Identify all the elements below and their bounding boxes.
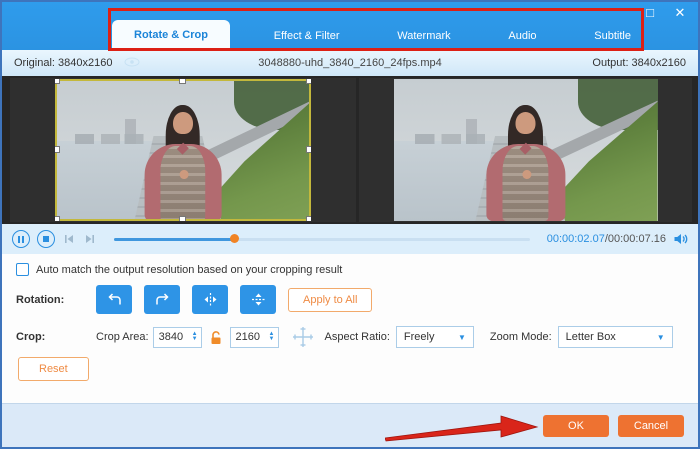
close-icon[interactable]: ✕: [672, 5, 688, 21]
stop-icon: [43, 236, 49, 242]
output-video-frame: [393, 79, 658, 221]
preview-area: [2, 76, 698, 224]
stepper-down-icon[interactable]: ▼: [269, 336, 275, 342]
flip-vertical-icon: [251, 293, 265, 306]
tab-rotate-crop[interactable]: Rotate & Crop: [112, 20, 230, 50]
person-face: [515, 111, 536, 134]
crop-handle-bottom-center[interactable]: [179, 216, 186, 221]
crop-handle-bottom-right[interactable]: [306, 216, 311, 221]
person-hand: [522, 169, 532, 180]
person-vest: [502, 146, 549, 221]
crop-selection-box[interactable]: [55, 79, 311, 221]
zoom-mode-label: Zoom Mode:: [489, 331, 552, 343]
chevron-down-icon: ▼: [458, 332, 466, 342]
output-preview-panel: [359, 78, 692, 222]
rotate-right-button[interactable]: [144, 285, 180, 314]
crop-width-input[interactable]: [158, 331, 189, 343]
title-bar: Rotate & Crop Effect & Filter Watermark …: [2, 2, 698, 51]
chevron-down-icon: ▼: [656, 332, 665, 342]
center-crop-button[interactable]: [291, 325, 315, 349]
rotate-right-icon: [155, 293, 169, 305]
player-bar: 00:00:02.07/00:00:07.16: [2, 224, 698, 254]
preview-eye-icon[interactable]: [124, 57, 140, 70]
crop-height-field[interactable]: ▲ ▼: [229, 326, 279, 348]
seek-slider-knob[interactable]: [229, 234, 239, 243]
tab-bar: Rotate & Crop Effect & Filter Watermark …: [112, 2, 645, 50]
stop-button[interactable]: [37, 230, 55, 248]
crosshair-icon: [292, 327, 313, 347]
auto-match-checkbox[interactable]: [16, 263, 29, 276]
maximize-icon[interactable]: □: [642, 5, 658, 21]
volume-button[interactable]: [673, 232, 688, 246]
crop-area-label: Crop Area:: [96, 331, 149, 343]
zoom-mode-dropdown[interactable]: Letter Box ▼: [557, 326, 673, 348]
settings-panel: Auto match the output resolution based o…: [2, 254, 698, 407]
seek-slider[interactable]: [114, 234, 530, 243]
pause-icon: [18, 235, 24, 243]
zoom-mode-value: Letter Box: [565, 331, 616, 343]
flip-vertical-button[interactable]: [240, 285, 276, 314]
ok-button[interactable]: OK: [543, 414, 609, 437]
aspect-ratio-value: Freely: [403, 331, 435, 343]
rotate-left-button[interactable]: [96, 285, 132, 314]
aspect-ratio-dropdown[interactable]: Freely ▼: [395, 326, 474, 348]
crop-handle-mid-left[interactable]: [55, 146, 60, 153]
total-time: /00:00:07.16: [604, 233, 666, 245]
crop-width-field[interactable]: ▲ ▼: [152, 326, 202, 348]
time-display: 00:00:02.07/00:00:07.16: [547, 233, 666, 245]
crop-handle-top-left[interactable]: [55, 79, 60, 84]
rotate-left-icon: [107, 293, 121, 305]
crop-width-stepper[interactable]: ▲ ▼: [192, 331, 198, 342]
speaker-icon: [674, 234, 688, 244]
rotation-label: Rotation:: [16, 293, 65, 306]
aspect-lock-button[interactable]: [209, 330, 223, 345]
unlock-icon: [211, 330, 221, 344]
next-frame-button[interactable]: [83, 232, 97, 246]
crop-height-input[interactable]: [235, 331, 266, 343]
info-bar: 3048880-uhd_3840_2160_24fps.mp4 Original…: [2, 50, 698, 76]
crop-height-stepper[interactable]: ▲ ▼: [269, 331, 275, 342]
crop-handle-bottom-left[interactable]: [55, 216, 60, 221]
video-scene: [393, 79, 658, 221]
crop-label: Crop:: [16, 331, 46, 343]
scene-person: [485, 104, 566, 221]
previous-frame-button[interactable]: [62, 232, 76, 246]
tab-audio[interactable]: Audio: [494, 22, 550, 50]
tab-watermark[interactable]: Watermark: [383, 22, 464, 50]
footer-bar: OK Cancel: [2, 403, 698, 447]
editor-window: Rotate & Crop Effect & Filter Watermark …: [0, 0, 700, 449]
tab-subtitle[interactable]: Subtitle: [580, 22, 645, 50]
pause-button[interactable]: [12, 230, 30, 248]
reset-button[interactable]: Reset: [18, 357, 89, 381]
previous-frame-icon: [65, 235, 73, 243]
flip-horizontal-button[interactable]: [192, 285, 228, 314]
source-video-frame[interactable]: [55, 79, 311, 221]
window-controls: □ ✕: [642, 5, 688, 21]
cancel-button[interactable]: Cancel: [618, 414, 684, 437]
tab-effect-filter[interactable]: Effect & Filter: [260, 22, 354, 50]
auto-match-label: Auto match the output resolution based o…: [36, 263, 343, 276]
crop-handle-top-center[interactable]: [179, 79, 186, 84]
stepper-down-icon[interactable]: ▼: [192, 336, 198, 342]
crop-handle-top-right[interactable]: [306, 79, 311, 84]
next-frame-icon: [86, 235, 94, 243]
apply-to-all-button[interactable]: Apply to All: [288, 287, 373, 312]
current-time: 00:00:02.07: [546, 233, 605, 245]
flip-horizontal-icon: [204, 293, 216, 306]
source-preview-panel: [10, 78, 356, 222]
seek-slider-fill: [114, 237, 235, 241]
crop-handle-mid-right[interactable]: [306, 146, 311, 153]
video-filename: 3048880-uhd_3840_2160_24fps.mp4: [258, 57, 442, 69]
aspect-ratio-label: Aspect Ratio:: [324, 331, 390, 343]
